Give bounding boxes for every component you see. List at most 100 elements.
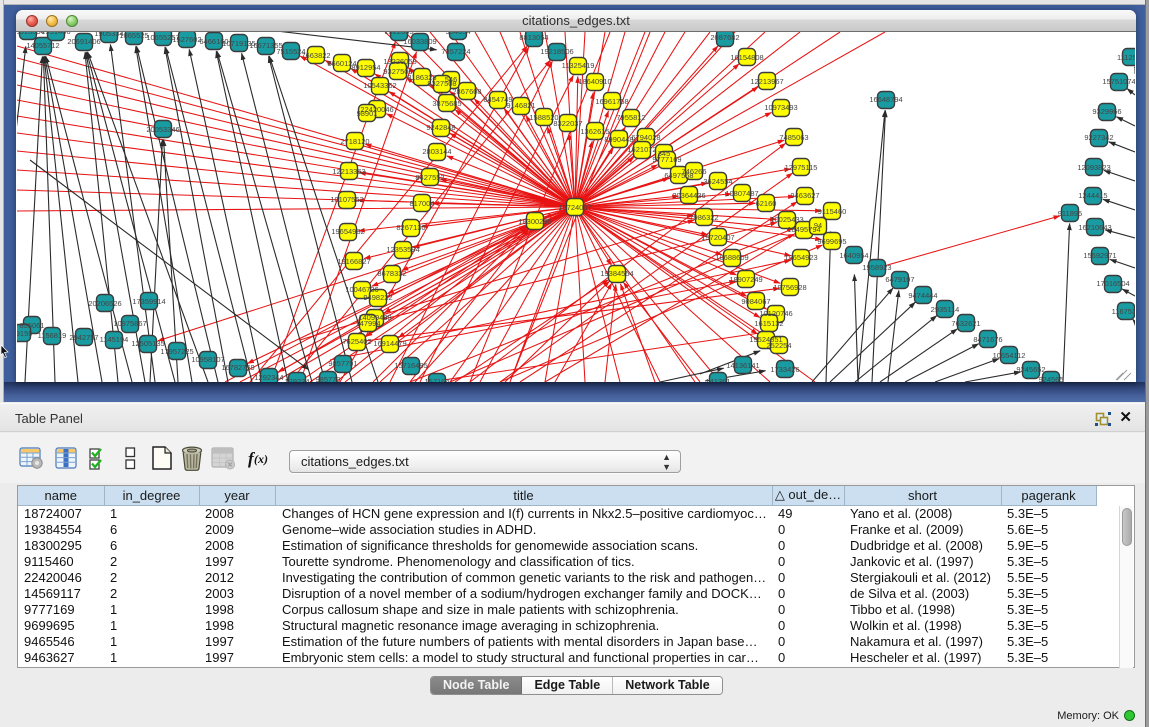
svg-text:9857791: 9857791 bbox=[328, 359, 357, 368]
svg-text:6479197: 6479197 bbox=[885, 275, 914, 284]
svg-text:1156819: 1156819 bbox=[38, 331, 67, 340]
svg-text:8813054: 8813054 bbox=[519, 33, 548, 42]
svg-text:1958923: 1958923 bbox=[862, 263, 891, 272]
svg-text:10973493: 10973493 bbox=[764, 103, 797, 112]
svg-text:11325419: 11325419 bbox=[562, 61, 595, 70]
svg-text:10025433: 10025433 bbox=[770, 215, 803, 224]
svg-text:9699695: 9699695 bbox=[817, 237, 846, 246]
svg-text:8912954: 8912954 bbox=[351, 63, 380, 72]
svg-text:746266: 746266 bbox=[681, 167, 706, 176]
svg-text:17016504: 17016504 bbox=[1096, 279, 1129, 288]
svg-text:10120746: 10120746 bbox=[759, 309, 792, 318]
svg-text:16210643: 16210643 bbox=[1078, 223, 1111, 232]
svg-text:9329966: 9329966 bbox=[1092, 107, 1121, 116]
svg-text:7357224: 7357224 bbox=[441, 47, 470, 56]
svg-text:16033809: 16033809 bbox=[403, 37, 436, 46]
svg-text:16782759: 16782759 bbox=[221, 363, 254, 372]
svg-text:9245652: 9245652 bbox=[1016, 365, 1045, 374]
svg-text:10958107: 10958107 bbox=[191, 355, 224, 364]
svg-text:9463627: 9463627 bbox=[790, 191, 819, 200]
svg-text:1615132: 1615132 bbox=[754, 319, 783, 328]
svg-text:2867608: 2867608 bbox=[452, 87, 481, 96]
svg-text:94: 94 bbox=[814, 221, 822, 230]
svg-text:20364436: 20364436 bbox=[672, 191, 705, 200]
svg-text:1244415: 1244415 bbox=[1078, 191, 1107, 200]
svg-text:2803144: 2803144 bbox=[422, 147, 451, 156]
svg-text:15751074: 15751074 bbox=[1102, 77, 1135, 86]
svg-text:39159: 39159 bbox=[17, 329, 32, 338]
svg-text:8471676: 8471676 bbox=[973, 335, 1002, 344]
svg-text:12093823: 12093823 bbox=[1077, 163, 1110, 172]
svg-text:12353594: 12353594 bbox=[386, 245, 419, 254]
svg-text:10807487: 10807487 bbox=[725, 189, 758, 198]
svg-text:17957225: 17957225 bbox=[160, 347, 193, 356]
svg-text:7625402: 7625402 bbox=[342, 337, 371, 346]
svg-text:1322605: 1322605 bbox=[384, 32, 413, 36]
svg-text:17359914: 17359914 bbox=[132, 297, 165, 306]
svg-text:15720407: 15720407 bbox=[701, 233, 734, 242]
svg-text:924565: 924565 bbox=[1038, 375, 1063, 382]
svg-text:98901: 98901 bbox=[357, 109, 378, 118]
svg-text:(x): (x) bbox=[254, 452, 268, 466]
svg-text:16648794: 16648794 bbox=[869, 95, 902, 104]
svg-text:10688609: 10688609 bbox=[715, 253, 748, 262]
svg-text:157164: 157164 bbox=[424, 377, 449, 382]
svg-text:817004: 817004 bbox=[409, 199, 434, 208]
svg-text:911895: 911895 bbox=[1058, 209, 1082, 218]
svg-text:9498222: 9498222 bbox=[363, 293, 392, 302]
svg-text:12213363: 12213363 bbox=[332, 167, 365, 176]
svg-text:8427552: 8427552 bbox=[415, 173, 444, 182]
svg-text:1065525: 1065525 bbox=[119, 32, 148, 40]
svg-text:1167533: 1167533 bbox=[1112, 307, 1135, 316]
svg-text:19654923: 19654923 bbox=[784, 253, 817, 262]
svg-text:2718120: 2718120 bbox=[340, 137, 369, 146]
svg-text:18300295: 18300295 bbox=[518, 217, 551, 226]
svg-text:14136141: 14136141 bbox=[726, 361, 759, 370]
svg-text:9084067: 9084067 bbox=[741, 297, 770, 306]
svg-text:7485063: 7485063 bbox=[779, 133, 808, 142]
svg-text:147994: 147994 bbox=[355, 319, 380, 328]
svg-text:16154808: 16154808 bbox=[730, 53, 763, 62]
svg-text:10107552: 10107552 bbox=[330, 195, 363, 204]
svg-text:62160: 62160 bbox=[756, 199, 777, 208]
svg-text:18907249: 18907249 bbox=[729, 275, 762, 284]
svg-text:9227342: 9227342 bbox=[1084, 133, 1113, 142]
svg-text:14055712: 14055712 bbox=[26, 41, 59, 50]
svg-text:985779: 985779 bbox=[315, 375, 340, 382]
svg-text:1640954: 1640954 bbox=[839, 251, 868, 260]
svg-text:10654112: 10654112 bbox=[993, 351, 1026, 360]
svg-text:1733426: 1733426 bbox=[770, 365, 799, 374]
svg-text:8267130: 8267130 bbox=[396, 223, 425, 232]
svg-text:15716485: 15716485 bbox=[394, 361, 427, 370]
svg-text:129234: 129234 bbox=[284, 377, 309, 382]
svg-text:1112541: 1112541 bbox=[1117, 53, 1135, 62]
svg-text:3875685: 3875685 bbox=[432, 99, 461, 108]
svg-text:141361: 141361 bbox=[705, 377, 730, 382]
svg-text:252254: 252254 bbox=[766, 341, 791, 350]
svg-text:16914479: 16914479 bbox=[373, 339, 406, 348]
svg-text:9115460: 9115460 bbox=[818, 207, 847, 216]
svg-text:9777169: 9777169 bbox=[652, 155, 681, 164]
svg-text:19166827: 19166827 bbox=[337, 257, 370, 266]
svg-text:19384554: 19384554 bbox=[600, 269, 633, 278]
svg-text:9474444: 9474444 bbox=[908, 291, 937, 300]
svg-text:19218506: 19218506 bbox=[540, 47, 573, 56]
svg-text:15692971: 15692971 bbox=[1083, 251, 1116, 260]
svg-text:8678332: 8678332 bbox=[377, 269, 406, 278]
svg-text:18724007: 18724007 bbox=[558, 203, 591, 212]
svg-text:1621072: 1621072 bbox=[627, 145, 656, 154]
svg-text:954654: 954654 bbox=[445, 32, 470, 36]
svg-text:9242848: 9242848 bbox=[426, 123, 455, 132]
svg-text:10975867: 10975867 bbox=[113, 319, 146, 328]
svg-text:20053346: 20053346 bbox=[146, 125, 179, 134]
svg-text:13226058: 13226058 bbox=[383, 57, 416, 66]
svg-text:20206526: 20206526 bbox=[88, 299, 121, 308]
svg-text:19756928: 19756928 bbox=[773, 283, 806, 292]
svg-text:10543362: 10543362 bbox=[363, 81, 396, 90]
svg-text:7663822: 7663822 bbox=[301, 51, 330, 60]
svg-text:8990448: 8990448 bbox=[604, 135, 633, 144]
svg-text:8322037: 8322037 bbox=[553, 119, 582, 128]
svg-text:7986322: 7986322 bbox=[689, 213, 718, 222]
svg-text:19654982: 19654982 bbox=[331, 227, 364, 236]
svg-text:2942757: 2942757 bbox=[69, 333, 98, 342]
